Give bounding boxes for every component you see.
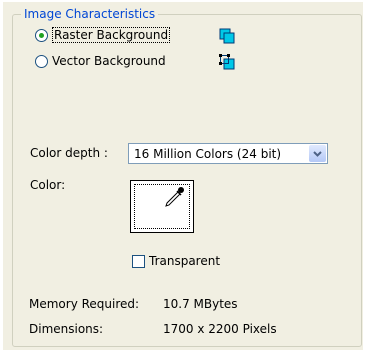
memory-required-value: 10.7 MBytes <box>163 297 238 311</box>
color-label: Color: <box>30 178 66 192</box>
eyedropper-icon <box>165 187 184 207</box>
raster-background-radio[interactable]: Raster Background <box>35 27 171 43</box>
group-title: Image Characteristics <box>21 7 159 21</box>
color-depth-select[interactable]: 16 Million Colors (24 bit) <box>128 143 328 164</box>
radio-indicator-raster[interactable] <box>35 28 48 42</box>
raster-background-label: Raster Background <box>52 27 171 43</box>
dimensions-label: Dimensions: <box>29 322 104 336</box>
dimensions-value: 1700 x 2200 Pixels <box>163 322 277 336</box>
vector-background-radio[interactable]: Vector Background <box>35 54 166 68</box>
image-characteristics-panel: Image Characteristics Raster Background … <box>3 2 364 351</box>
vector-layer-icon <box>219 54 235 70</box>
transparent-checkbox[interactable] <box>132 255 145 268</box>
memory-required-label: Memory Required: <box>29 297 140 311</box>
raster-layer-icon <box>219 28 235 44</box>
color-depth-value: 16 Million Colors (24 bit) <box>134 147 282 161</box>
color-swatch-button[interactable] <box>130 180 194 233</box>
radio-indicator-vector[interactable] <box>35 54 48 68</box>
transparent-label: Transparent <box>149 254 221 268</box>
vector-background-label: Vector Background <box>52 54 166 68</box>
chevron-down-icon[interactable] <box>309 145 326 162</box>
color-depth-label: Color depth : <box>30 146 108 160</box>
